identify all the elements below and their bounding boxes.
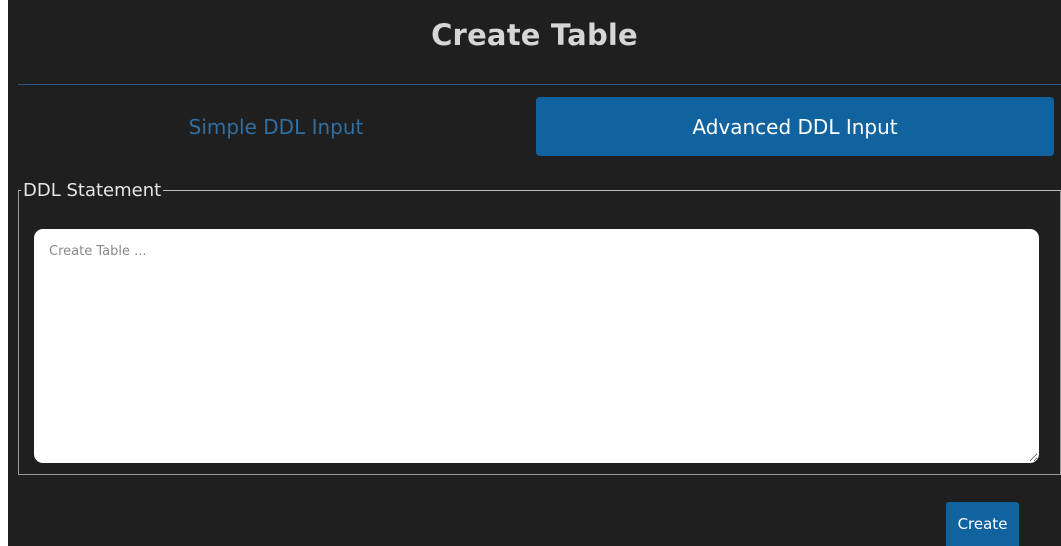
ddl-statement-textarea[interactable] — [34, 229, 1039, 463]
tab-advanced-ddl-input[interactable]: Advanced DDL Input — [536, 97, 1054, 156]
ddl-statement-fieldset: DDL Statement — [18, 180, 1061, 475]
create-button[interactable]: Create — [946, 502, 1019, 546]
title-divider — [18, 84, 1061, 85]
ddl-statement-legend: DDL Statement — [23, 180, 162, 201]
create-table-panel: Create Table Simple DDL Input Advanced D… — [8, 0, 1061, 546]
page-title: Create Table — [431, 18, 638, 52]
tab-simple-ddl-input[interactable]: Simple DDL Input — [18, 97, 534, 156]
